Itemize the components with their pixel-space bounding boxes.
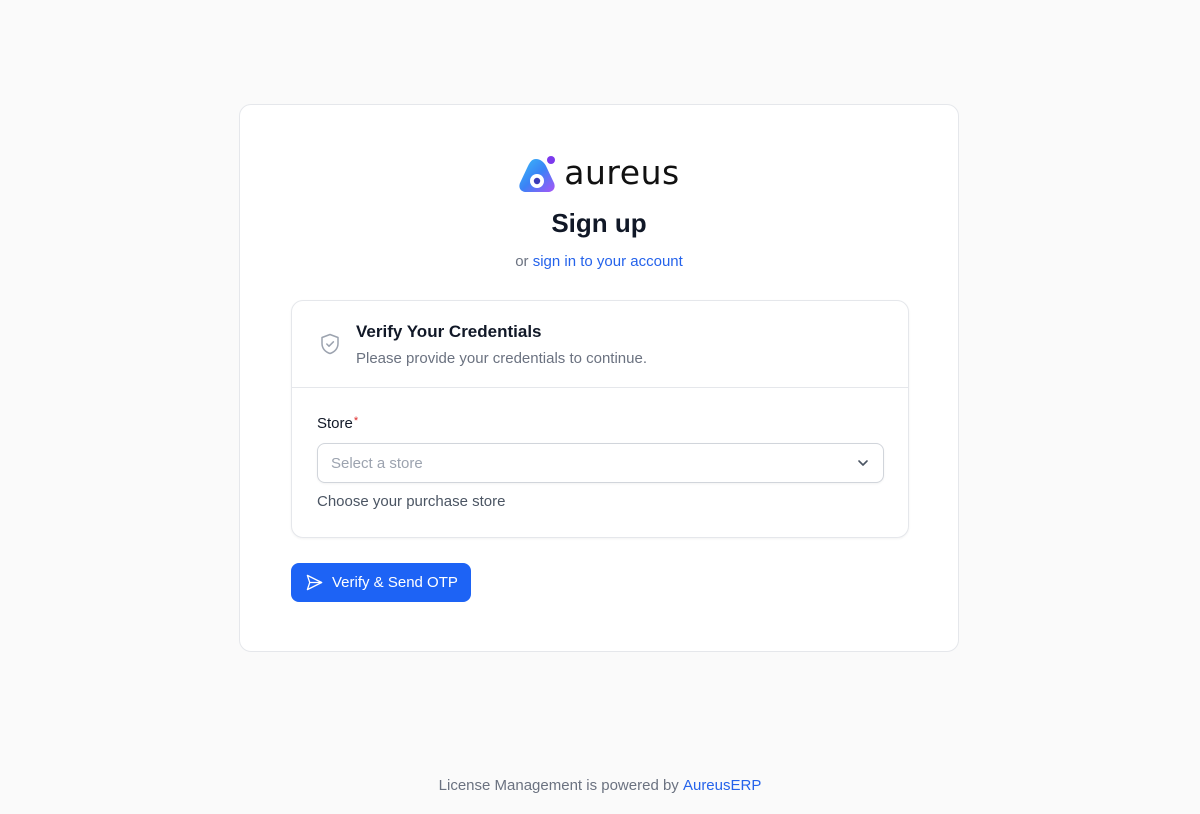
store-helper-text: Choose your purchase store bbox=[317, 493, 506, 510]
section-title: Verify Your Credentials bbox=[356, 322, 542, 341]
signin-prefix: or bbox=[515, 253, 529, 270]
store-select[interactable]: Select a store bbox=[317, 443, 884, 483]
section-header: Verify Your Credentials Please provide y… bbox=[292, 301, 908, 388]
chevron-down-icon bbox=[858, 460, 868, 466]
shield-check-icon bbox=[321, 333, 339, 355]
brand-logo: aureus bbox=[240, 155, 958, 193]
signup-card: aureus Sign up or sign in to your accoun… bbox=[239, 104, 959, 652]
store-label-text: Store bbox=[317, 415, 353, 432]
footer-text: License Management is powered by bbox=[438, 777, 679, 794]
brand-name: aureus bbox=[564, 152, 680, 192]
page: aureus Sign up or sign in to your accoun… bbox=[0, 0, 1200, 814]
credentials-section: Verify Your Credentials Please provide y… bbox=[291, 300, 909, 538]
signin-link[interactable]: sign in to your account bbox=[533, 253, 683, 270]
store-select-placeholder: Select a store bbox=[331, 455, 423, 472]
signin-prompt: or sign in to your account bbox=[240, 253, 958, 270]
required-mark: * bbox=[353, 415, 359, 427]
section-description: Please provide your credentials to conti… bbox=[356, 350, 648, 367]
aureus-logo-icon bbox=[519, 156, 556, 192]
verify-send-otp-label: Verify & Send OTP bbox=[332, 574, 458, 591]
footer-link[interactable]: AureusERP bbox=[683, 777, 761, 794]
store-label: Store* bbox=[317, 415, 358, 432]
footer: License Management is powered by AureusE… bbox=[0, 777, 1200, 794]
send-icon bbox=[306, 574, 323, 591]
page-title: Sign up bbox=[551, 208, 647, 238]
verify-send-otp-button[interactable]: Verify & Send OTP bbox=[291, 563, 471, 602]
